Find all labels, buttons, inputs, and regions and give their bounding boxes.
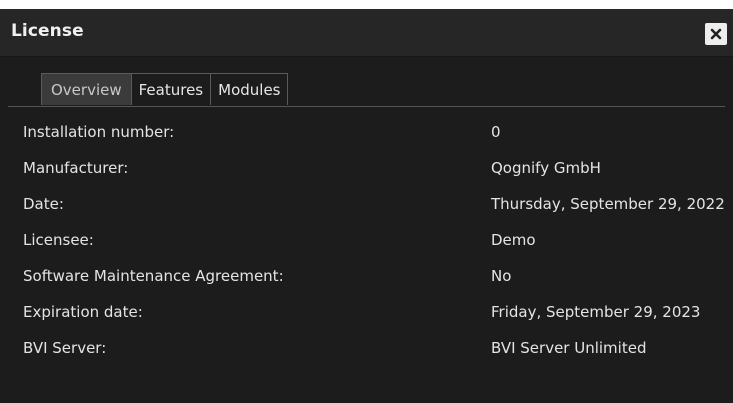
dialog-title: License [11, 21, 84, 41]
bvi-server-label: BVI Server: [23, 339, 107, 357]
tab-features-label: Features [138, 80, 204, 99]
software-maintenance-agreement-label: Software Maintenance Agreement: [23, 267, 284, 285]
licensee-label: Licensee: [23, 231, 94, 249]
row-installation-number: Installation number: 0 [0, 116, 733, 152]
tab-overview[interactable]: Overview [41, 73, 132, 105]
tab-modules-label: Modules [218, 80, 281, 99]
row-expiration-date: Expiration date: Friday, September 29, 2… [0, 296, 733, 332]
row-date: Date: Thursday, September 29, 2022 [0, 188, 733, 224]
row-manufacturer: Manufacturer: Qognify GmbH [0, 152, 733, 188]
date-label: Date: [23, 195, 64, 213]
tab-bar: Overview Features Modules [41, 73, 289, 106]
license-dialog: License Overview Features Modules Instal… [0, 9, 733, 403]
close-button[interactable] [705, 23, 727, 45]
license-info-list: Installation number: 0 Manufacturer: Qog… [0, 116, 733, 368]
row-software-maintenance-agreement: Software Maintenance Agreement: No [0, 260, 733, 296]
tab-overview-label: Overview [51, 80, 122, 99]
tab-modules[interactable]: Modules [210, 73, 289, 105]
dialog-titlebar: License [0, 10, 733, 57]
expiration-date-value: Friday, September 29, 2023 [491, 303, 701, 321]
licensee-value: Demo [491, 231, 536, 249]
expiration-date-label: Expiration date: [23, 303, 143, 321]
bvi-server-value: BVI Server Unlimited [491, 339, 647, 357]
software-maintenance-agreement-value: No [491, 267, 512, 285]
installation-number-value: 0 [491, 123, 501, 141]
date-value: Thursday, September 29, 2022 [491, 195, 725, 213]
installation-number-label: Installation number: [23, 123, 175, 141]
row-bvi-server: BVI Server: BVI Server Unlimited [0, 332, 733, 368]
manufacturer-label: Manufacturer: [23, 159, 129, 177]
tab-features[interactable]: Features [130, 73, 212, 105]
manufacturer-value: Qognify GmbH [491, 159, 601, 177]
close-icon [710, 28, 722, 40]
tab-divider [8, 106, 725, 107]
row-licensee: Licensee: Demo [0, 224, 733, 260]
